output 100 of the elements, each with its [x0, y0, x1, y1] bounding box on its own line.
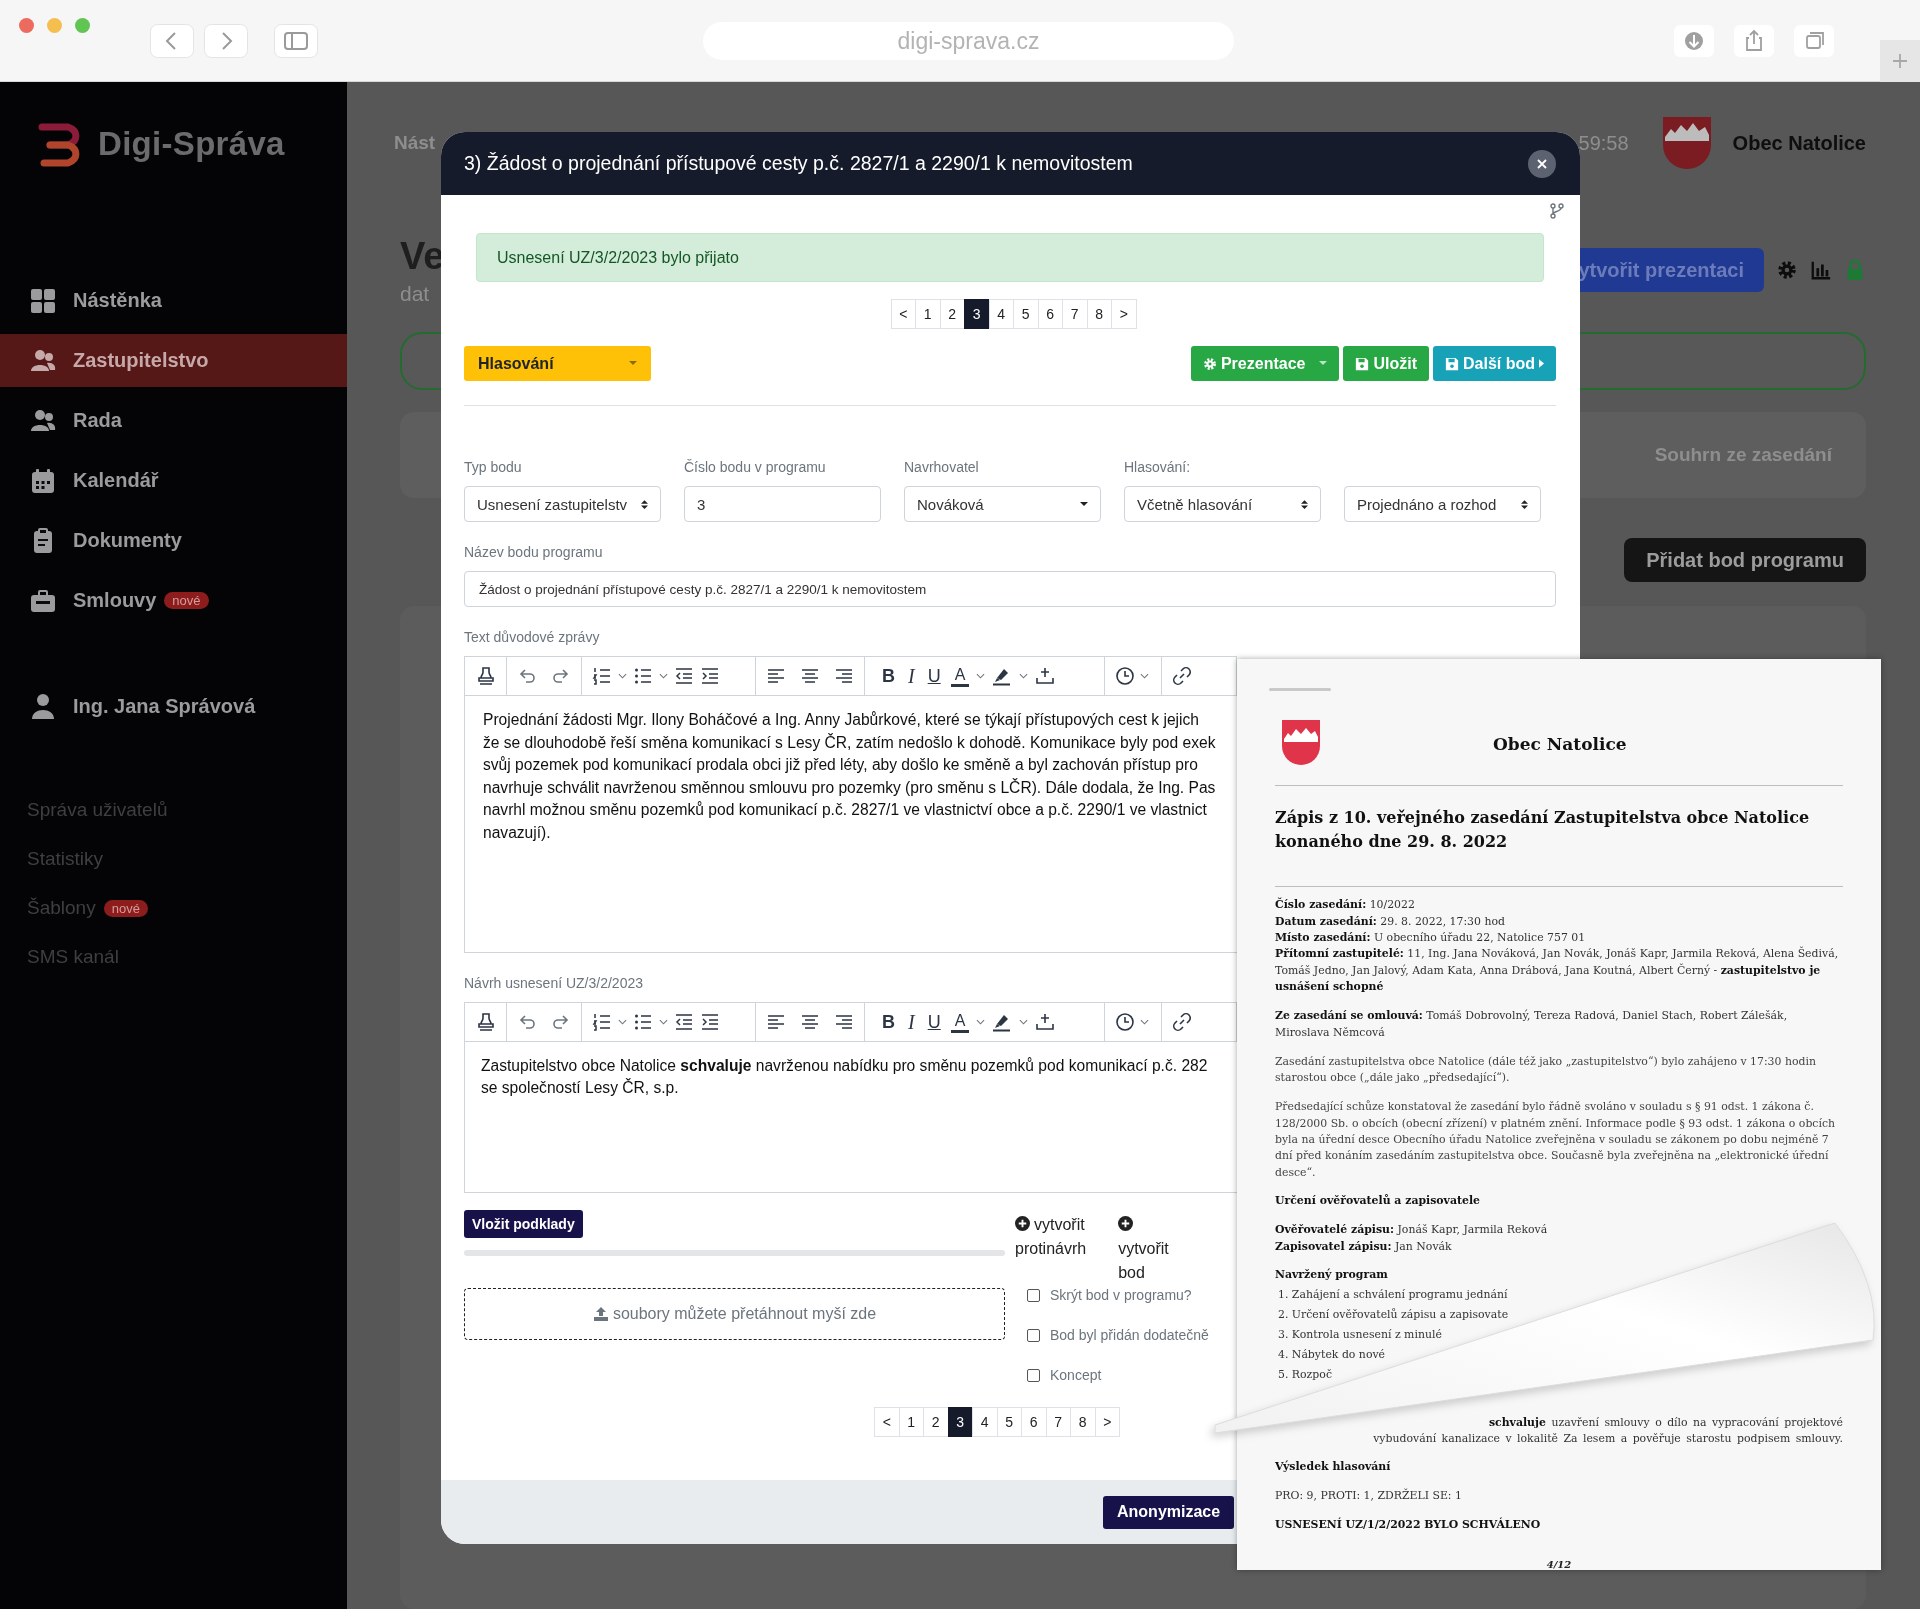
- bullet-list-icon[interactable]: [633, 666, 653, 686]
- sidebar-toggle-icon[interactable]: [274, 24, 318, 58]
- align-center-icon[interactable]: [800, 666, 820, 686]
- checkbox-label[interactable]: Bod byl přidán dodatečně: [1050, 1327, 1209, 1343]
- undo-icon[interactable]: [517, 666, 537, 686]
- underline-button[interactable]: U: [924, 665, 944, 687]
- highlighter-icon[interactable]: [992, 666, 1013, 686]
- numbered-list-icon[interactable]: [592, 1012, 612, 1032]
- chevron-down-icon[interactable]: [618, 673, 627, 679]
- clock-icon[interactable]: [1115, 1012, 1135, 1032]
- upload-button[interactable]: Vložit podklady: [464, 1210, 583, 1238]
- underline-button[interactable]: U: [924, 1011, 944, 1033]
- page-link[interactable]: 1: [915, 299, 941, 329]
- page-link[interactable]: 7: [1062, 299, 1088, 329]
- align-left-icon[interactable]: [766, 666, 786, 686]
- page-link[interactable]: 8: [1070, 1407, 1096, 1437]
- sidebar-item[interactable]: Nástěnka: [0, 274, 347, 327]
- tabs-icon[interactable]: [1794, 25, 1834, 57]
- text-input[interactable]: Žádost o projednání přístupové cesty p.č. 2827/1 a 2290/1 k nemovitostem: [464, 571, 1556, 607]
- checkbox[interactable]: [1027, 1368, 1040, 1382]
- stamp-icon[interactable]: [475, 1012, 496, 1032]
- page-link[interactable]: >: [1094, 1407, 1120, 1437]
- italic-button[interactable]: I: [905, 664, 918, 688]
- create-link[interactable]: vytvořit bod: [1118, 1213, 1169, 1285]
- page-link[interactable]: >: [1111, 299, 1137, 329]
- select-field[interactable]: Nováková: [904, 486, 1101, 522]
- insert-icon[interactable]: [1035, 1012, 1056, 1032]
- redo-icon[interactable]: [551, 666, 571, 686]
- page-link[interactable]: 8: [1086, 299, 1112, 329]
- page-link[interactable]: 5: [1013, 299, 1039, 329]
- outdent-icon[interactable]: [674, 1012, 694, 1032]
- page-link[interactable]: 4: [988, 299, 1014, 329]
- indent-icon[interactable]: [700, 1012, 720, 1032]
- chevron-down-icon[interactable]: [659, 1019, 668, 1025]
- number-input[interactable]: 3: [684, 486, 881, 522]
- page-link[interactable]: 6: [1037, 299, 1063, 329]
- sidebar-item[interactable]: Kalendář: [0, 454, 347, 507]
- chevron-down-icon[interactable]: [1019, 1019, 1029, 1025]
- anonymize-button[interactable]: Anonymizace: [1103, 1495, 1235, 1529]
- link-icon[interactable]: [1172, 1012, 1192, 1032]
- italic-button[interactable]: I: [905, 1010, 918, 1034]
- insert-icon[interactable]: [1035, 666, 1056, 686]
- download-icon[interactable]: [1674, 25, 1714, 57]
- indent-icon[interactable]: [700, 666, 720, 686]
- page-link[interactable]: 2: [939, 299, 965, 329]
- align-left-icon[interactable]: [766, 1012, 786, 1032]
- sidebar-item[interactable]: Zastupitelstvo: [0, 334, 347, 387]
- chevron-down-icon[interactable]: [659, 673, 668, 679]
- share-icon[interactable]: [1734, 25, 1774, 57]
- settings-icon[interactable]: [1776, 259, 1798, 281]
- outdent-icon[interactable]: [674, 666, 694, 686]
- chevron-down-icon[interactable]: [976, 673, 986, 679]
- page-link[interactable]: 3: [947, 1407, 973, 1437]
- bullet-list-icon[interactable]: [633, 1012, 653, 1032]
- sidebar-item[interactable]: Smlouvy nové: [0, 574, 347, 627]
- bar-chart-icon[interactable]: [1810, 259, 1832, 281]
- bold-button[interactable]: B: [879, 1011, 898, 1033]
- align-center-icon[interactable]: [800, 1012, 820, 1032]
- sidebar-item[interactable]: Dokumenty: [0, 514, 347, 567]
- redo-icon[interactable]: [551, 1012, 571, 1032]
- numbered-list-icon[interactable]: [592, 666, 612, 686]
- add-item-button[interactable]: Přidat bod programu: [1624, 538, 1866, 582]
- user-name[interactable]: Ing. Jana Správová: [73, 694, 256, 718]
- page-link[interactable]: <: [874, 1407, 900, 1437]
- page-link[interactable]: 4: [972, 1407, 998, 1437]
- align-right-icon[interactable]: [834, 666, 854, 686]
- text-editor[interactable]: Zastupitelstvo obce Natolice schvaluje navrženou nabídku pro směnu pozemků pod komunikací p.č. 282 se společností Lesy ČR, s.p.: [464, 1041, 1237, 1193]
- page-link[interactable]: 7: [1045, 1407, 1071, 1437]
- page-link[interactable]: 6: [1021, 1407, 1047, 1437]
- page-link[interactable]: 3: [964, 299, 990, 329]
- checkbox-label[interactable]: Koncept: [1050, 1367, 1102, 1383]
- close-icon[interactable]: [1528, 149, 1556, 178]
- chevron-down-icon[interactable]: [618, 1019, 627, 1025]
- select-field[interactable]: Projednáno a rozhod: [1344, 486, 1541, 522]
- checkbox[interactable]: [1027, 1328, 1040, 1342]
- branch-icon[interactable]: [1550, 203, 1564, 219]
- stamp-icon[interactable]: [475, 666, 496, 686]
- chevron-down-icon[interactable]: [976, 1019, 986, 1025]
- sidebar-item[interactable]: Rada: [0, 394, 347, 447]
- page-link[interactable]: 2: [923, 1407, 949, 1437]
- chevron-down-icon[interactable]: [1019, 673, 1029, 679]
- align-right-icon[interactable]: [834, 1012, 854, 1032]
- select-field[interactable]: Včetně hlasování: [1124, 486, 1321, 522]
- select-field[interactable]: Usnesení zastupitelstv: [464, 486, 661, 522]
- link-icon[interactable]: [1172, 666, 1192, 686]
- chevron-down-icon[interactable]: [1140, 1019, 1149, 1025]
- page-link[interactable]: 1: [898, 1407, 924, 1437]
- undo-icon[interactable]: [517, 1012, 537, 1032]
- text-color-button[interactable]: A: [950, 665, 970, 687]
- page-link[interactable]: 5: [996, 1407, 1022, 1437]
- clock-icon[interactable]: [1115, 666, 1135, 686]
- checkbox[interactable]: [1027, 1288, 1040, 1302]
- text-color-button[interactable]: A: [950, 1011, 970, 1033]
- page-link[interactable]: <: [890, 299, 916, 329]
- highlighter-icon[interactable]: [992, 1012, 1013, 1032]
- chevron-down-icon[interactable]: [1140, 673, 1149, 679]
- file-dropzone[interactable]: soubory můžete přetáhnout myší zde: [464, 1288, 1005, 1340]
- bold-button[interactable]: B: [879, 665, 898, 687]
- voting-dropdown[interactable]: Hlasování: [464, 346, 651, 381]
- close-window-icon[interactable]: [19, 18, 34, 33]
